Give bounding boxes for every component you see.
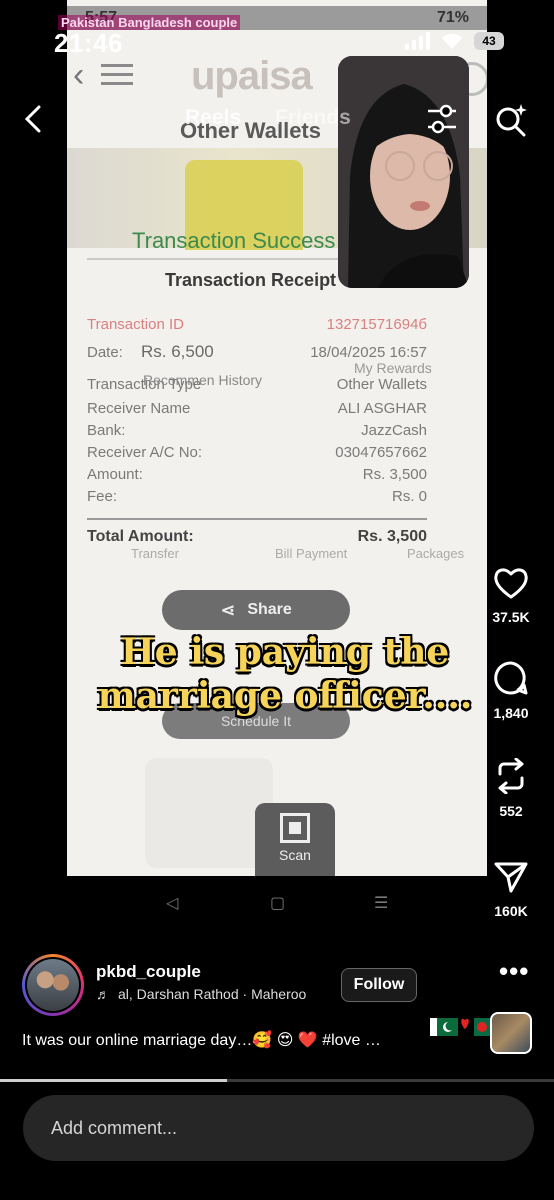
follow-button[interactable]: Follow (341, 968, 417, 1002)
tab-friends[interactable]: Friends (275, 106, 351, 130)
comment-input[interactable]: Add comment... (23, 1095, 534, 1161)
heart-icon[interactable] (493, 566, 529, 600)
comment-action[interactable]: 1,840 (486, 660, 536, 721)
video-overlay-label: Pakistan Bangladesh couple (58, 15, 241, 30)
video-android-nav: ◁ ▢ ☰ (160, 893, 400, 913)
reels-header: Reels Friends (0, 100, 554, 140)
audio-track[interactable]: ♬ al, Darshan Rathod · Maheroo (96, 986, 306, 1002)
nav-home-icon: ▢ (270, 895, 286, 912)
tab-reels[interactable]: Reels (185, 106, 241, 130)
video-ghost-rewards: My Rewards (354, 360, 432, 376)
comment-count: 1,840 (493, 705, 529, 721)
video-ghost-card (145, 758, 273, 868)
video-progress[interactable] (0, 1079, 554, 1082)
wifi-icon (442, 33, 462, 49)
search-sparkle-icon[interactable] (493, 102, 529, 143)
back-icon[interactable] (24, 104, 42, 142)
share-icon: ⋖ (220, 599, 236, 620)
video-menu-icon (101, 64, 133, 91)
video-caption: He is paying the marriage officer.... (97, 631, 473, 717)
share-count: 160K (494, 903, 528, 919)
username[interactable]: pkbd_couple (96, 962, 201, 982)
like-action[interactable]: 37.5K (486, 566, 536, 625)
like-count: 37.5K (492, 609, 530, 625)
more-options-icon[interactable]: ••• (499, 956, 529, 987)
flag-emojis (430, 1016, 492, 1038)
nav-menu-icon: ☰ (374, 895, 389, 912)
video-receipt-title: Transaction Receipt (165, 270, 337, 290)
repost-count: 552 (499, 803, 523, 819)
battery-indicator: 43 (474, 32, 504, 50)
qr-icon (280, 813, 310, 843)
video-transaction-success: Transaction Success (132, 228, 336, 253)
repost-icon[interactable] (494, 757, 528, 795)
repost-action[interactable]: 552 (486, 757, 536, 819)
post-description[interactable]: It was our online marriage day…🥰 😍 ❤️ #l… (22, 1030, 381, 1050)
signal-icon (405, 32, 430, 50)
video-share-button: ⋖ Share (162, 590, 350, 630)
filter-icon[interactable] (424, 102, 460, 141)
comment-icon[interactable] (493, 660, 529, 696)
video-back-icon: ‹ (73, 56, 85, 94)
send-icon[interactable] (493, 860, 529, 894)
status-time: 21:46 (54, 28, 123, 58)
share-action[interactable]: 160K (486, 860, 536, 919)
avatar[interactable] (22, 954, 84, 1016)
video-scan-tile: Scan (255, 803, 335, 876)
audio-track-label: al, Darshan Rathod · Maheroo (118, 986, 307, 1002)
video-progress-fill (0, 1079, 228, 1082)
pip-selfie-video (338, 56, 469, 288)
video-brand-logo: upaisa (191, 54, 313, 98)
audio-thumbnail[interactable] (490, 1012, 532, 1054)
video-row-total: Total Amount: Rs. 3,500 (87, 528, 427, 545)
music-note-icon: ♬ (96, 986, 110, 1002)
nav-back-icon: ◁ (166, 895, 179, 912)
